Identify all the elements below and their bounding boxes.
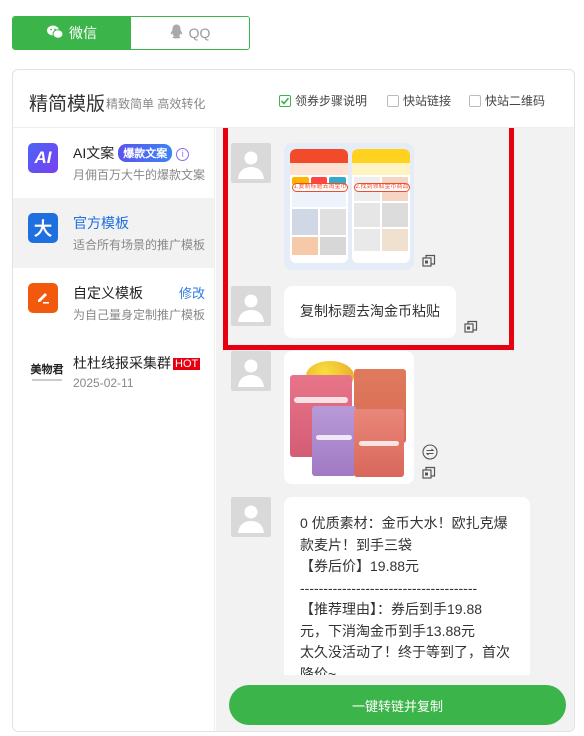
sidebar-item-official-template[interactable]: 大 官方模板 适合所有场景的推广模板	[13, 198, 214, 268]
option-label: 领券步骤说明	[295, 94, 368, 108]
sidebar-item-collect-group[interactable]: 美物君 杜杜线报采集群 HOT 2025-02-11	[13, 338, 214, 408]
copy-icon[interactable]	[422, 466, 436, 480]
option-label: 快站链接	[403, 94, 452, 108]
checkbox-icon[interactable]	[469, 94, 481, 107]
convert-link-icon[interactable]	[422, 444, 438, 460]
convert-and-copy-button[interactable]: 一键转链并复制	[229, 685, 566, 725]
message-text: 0 优质素材：金币大水！欧扎克爆 款麦片！到手三袋 【券后价】19.88元 --…	[300, 515, 510, 682]
platform-tabs: 微信 QQ	[12, 16, 250, 50]
option-site-qrcode[interactable]: 快站二维码	[469, 92, 545, 109]
checkbox-checked-icon[interactable]	[279, 94, 291, 107]
option-label: 快站二维码	[485, 94, 546, 108]
sidebar-item-title: AI文案 爆款文案 i	[73, 143, 190, 163]
sidebar-item-title: 自定义模板	[73, 285, 143, 301]
edit-template-link[interactable]: 修改	[179, 283, 205, 302]
panel-header: 精简模版 精致简单 高效转化 领券步骤说明 快站链接 快站二维码	[13, 70, 574, 128]
sidebar-item-ai-copy[interactable]: AI AI文案 爆款文案 i 月佣百万大牛的爆款文案	[13, 128, 214, 198]
hot-badge: HOT	[173, 358, 201, 370]
sidebar-item-desc: 为自己量身定制推广模板	[73, 308, 206, 322]
qq-penguin-icon	[170, 24, 183, 42]
highlight-box	[223, 128, 514, 350]
template-sidebar: AI AI文案 爆款文案 i 月佣百万大牛的爆款文案 大 官方模板 适合所有场景的推…	[13, 128, 215, 731]
checkbox-icon[interactable]	[387, 94, 399, 107]
product-image[interactable]	[284, 351, 414, 484]
option-coupon-steps[interactable]: 领券步骤说明	[279, 92, 367, 109]
tab-wechat-label: 微信	[69, 25, 97, 41]
sidebar-item-custom-template[interactable]: 自定义模板 修改 为自己量身定制推广模板	[13, 268, 214, 338]
tab-qq-label: QQ	[188, 25, 211, 41]
wechat-icon	[47, 25, 64, 42]
ai-icon: AI	[28, 143, 58, 173]
sidebar-item-date: 2025-02-11	[73, 376, 134, 390]
tab-wechat[interactable]: 微信	[13, 17, 131, 49]
page-title: 精简模版	[29, 94, 106, 115]
hot-copy-badge: 爆款文案	[118, 144, 173, 162]
sidebar-item-desc: 适合所有场景的推广模板	[73, 238, 206, 252]
tab-qq[interactable]: QQ	[131, 17, 249, 49]
message-bubble[interactable]: 0 优质素材：金币大水！欧扎克爆 款麦片！到手三袋 【券后价】19.88元 --…	[284, 497, 530, 697]
sidebar-item-title: 杜杜线报采集群 HOT	[73, 355, 201, 371]
avatar	[231, 351, 271, 391]
sidebar-item-desc: 月佣百万大牛的爆款文案	[73, 168, 206, 182]
sidebar-item-title: 官方模板	[73, 215, 129, 231]
template-panel: 精简模版 精致简单 高效转化 领券步骤说明 快站链接 快站二维码 AI AI文案…	[12, 69, 575, 732]
meiwujun-logo: 美物君	[29, 361, 65, 381]
option-site-link[interactable]: 快站链接	[387, 92, 451, 109]
official-template-icon: 大	[28, 213, 58, 243]
page-subtitle: 精致简单 高效转化	[106, 97, 206, 111]
message-preview: 1.复制标题去淘金币 2.找到领取金币商品 复制标题去淘金币粘贴 0 优质素材：…	[216, 128, 574, 731]
avatar	[231, 497, 271, 537]
info-icon[interactable]: i	[176, 147, 190, 161]
edit-pencil-icon	[28, 283, 58, 313]
